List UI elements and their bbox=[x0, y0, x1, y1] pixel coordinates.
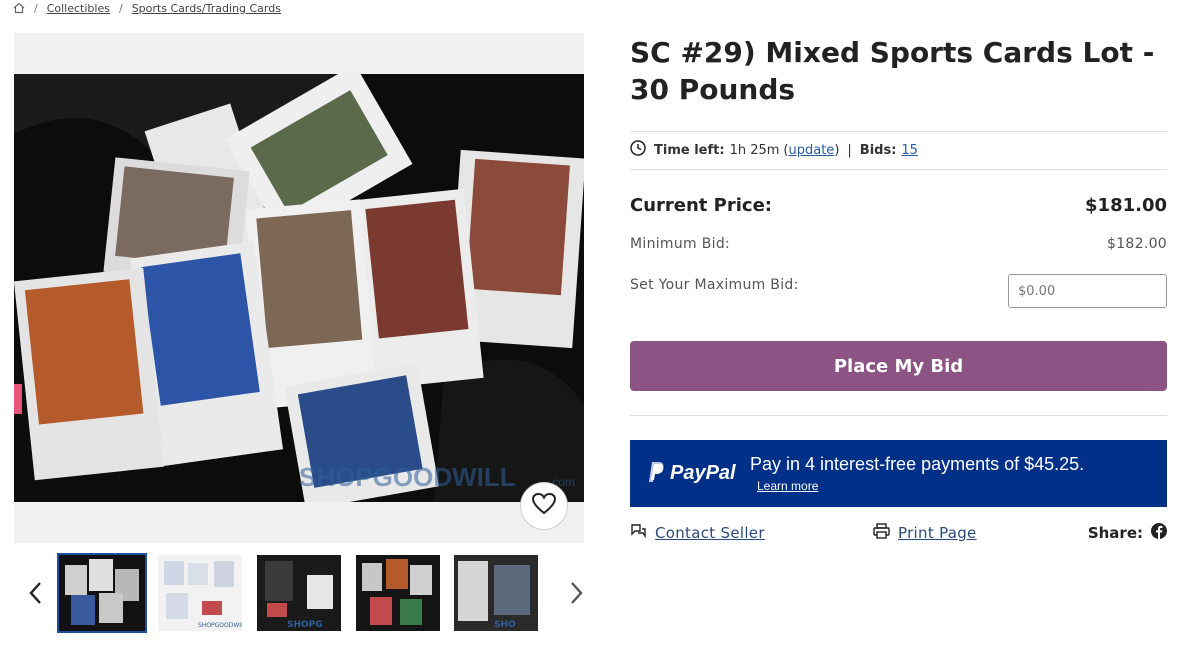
contact-seller[interactable]: Contact Seller bbox=[630, 523, 765, 543]
minimum-bid-row: Minimum Bid: $182.00 bbox=[630, 236, 1167, 252]
paypal-banner: PayPal Pay in 4 interest-free payments o… bbox=[630, 440, 1167, 507]
clock-icon bbox=[630, 140, 646, 160]
breadcrumb-link-collectibles[interactable]: Collectibles bbox=[47, 2, 110, 15]
current-price-value: $181.00 bbox=[1085, 195, 1167, 216]
breadcrumb-link-sports-cards[interactable]: Sports Cards/Trading Cards bbox=[132, 2, 281, 15]
paypal-message: Pay in 4 interest-free payments of $45.2… bbox=[750, 453, 1085, 474]
home-icon[interactable] bbox=[13, 2, 25, 14]
bids-label: Bids: bbox=[859, 142, 897, 158]
paypal-message-block: Pay in 4 interest-free payments of $45.2… bbox=[750, 454, 1084, 494]
contact-seller-link[interactable]: Contact Seller bbox=[655, 524, 765, 542]
max-bid-label: Set Your Maximum Bid: bbox=[630, 277, 799, 293]
chat-bubbles-icon bbox=[630, 523, 647, 543]
chevron-right-icon[interactable] bbox=[566, 581, 586, 605]
separator: | bbox=[847, 142, 852, 158]
paypal-learn-more-link[interactable]: Learn more bbox=[757, 479, 818, 493]
divider bbox=[630, 131, 1167, 132]
update-link[interactable]: update bbox=[789, 143, 835, 158]
svg-text:SHO: SHO bbox=[494, 620, 516, 630]
time-left-value: 1h 25m bbox=[729, 142, 780, 158]
auction-status: Time left: 1h 25m ( update ) | Bids: 15 bbox=[630, 140, 918, 160]
paypal-logo: PayPal bbox=[645, 460, 750, 488]
printer-icon bbox=[873, 523, 890, 543]
thumbnail-2[interactable]: SHOPGOODWILL bbox=[158, 555, 242, 631]
thumbnail-1[interactable] bbox=[57, 553, 147, 633]
thumbnail-4[interactable] bbox=[356, 555, 440, 631]
image-gallery: SHOPGOODWILL .com bbox=[14, 33, 584, 543]
current-price-row: Current Price: $181.00 bbox=[630, 195, 1167, 216]
svg-text:SHOPGOODWILL: SHOPGOODWILL bbox=[198, 622, 242, 629]
thumbnail-3[interactable]: SHOPG bbox=[257, 555, 341, 631]
breadcrumb: / Collectibles / Sports Cards/Trading Ca… bbox=[13, 0, 281, 16]
time-left-label: Time left: bbox=[654, 142, 725, 158]
minimum-bid-label: Minimum Bid: bbox=[630, 236, 731, 252]
product-title: SC #29) Mixed Sports Cards Lot - 30 Poun… bbox=[630, 36, 1155, 106]
page-actions: Contact Seller Print Page Share: bbox=[630, 523, 1167, 547]
minimum-bid-value: $182.00 bbox=[1107, 236, 1167, 252]
max-bid-input[interactable] bbox=[1008, 274, 1167, 308]
main-product-photo[interactable]: SHOPGOODWILL .com bbox=[14, 74, 584, 502]
heart-icon bbox=[531, 492, 557, 520]
paypal-wordmark: PayPal bbox=[670, 462, 736, 484]
print-page[interactable]: Print Page bbox=[873, 523, 977, 543]
paypal-icon bbox=[645, 460, 665, 488]
bids-count-link[interactable]: 15 bbox=[901, 143, 918, 158]
current-price-label: Current Price: bbox=[630, 195, 772, 216]
place-bid-button[interactable]: Place My Bid bbox=[630, 341, 1167, 391]
chevron-left-icon[interactable] bbox=[26, 581, 46, 605]
divider bbox=[630, 169, 1167, 170]
share: Share: bbox=[1088, 523, 1167, 543]
breadcrumb-separator: / bbox=[118, 1, 123, 15]
max-bid-row: Set Your Maximum Bid: bbox=[630, 274, 1167, 308]
facebook-icon[interactable] bbox=[1151, 523, 1167, 543]
svg-text:SHOPGOODWILL: SHOPGOODWILL bbox=[299, 462, 516, 492]
share-label: Share: bbox=[1087, 524, 1143, 542]
paren-close: ) bbox=[834, 142, 840, 158]
divider bbox=[630, 415, 1167, 416]
print-page-link[interactable]: Print Page bbox=[898, 524, 977, 542]
breadcrumb-separator: / bbox=[34, 1, 38, 15]
favorite-button[interactable] bbox=[520, 482, 568, 530]
svg-text:SHOPG: SHOPG bbox=[287, 620, 323, 630]
thumbnail-strip: SHOPGOODWILL SHOPG SHO bbox=[14, 553, 594, 633]
thumbnail-5[interactable]: SHO bbox=[454, 555, 538, 631]
